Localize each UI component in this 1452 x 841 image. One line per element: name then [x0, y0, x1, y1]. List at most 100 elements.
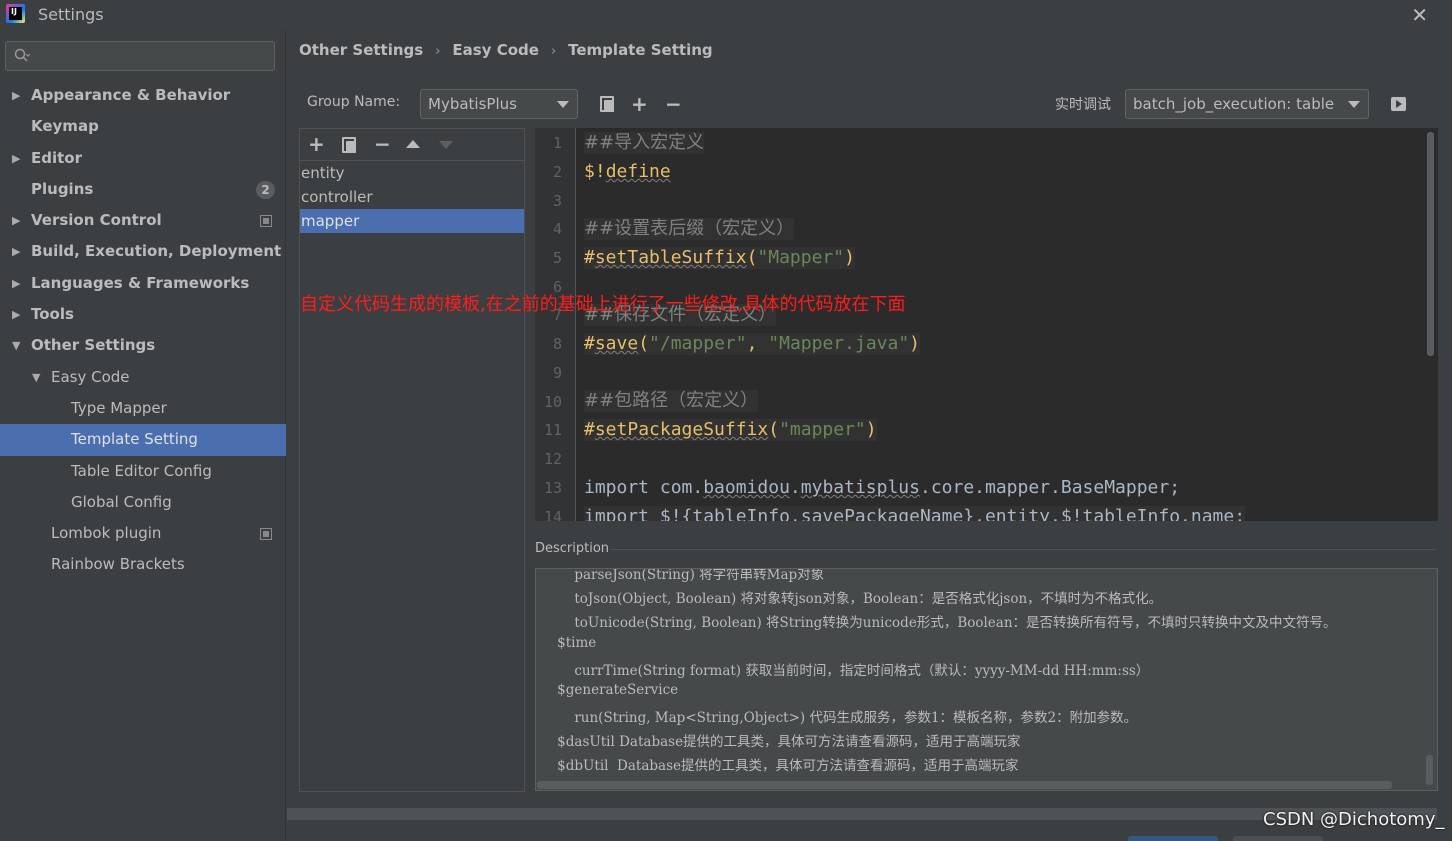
- ok-button[interactable]: [1128, 836, 1218, 841]
- description-line: $time: [540, 635, 597, 651]
- description-text-area[interactable]: parseJson(String) 将字符串转Map对象 toJson(Obje…: [535, 568, 1438, 791]
- tree-item-label: Lombok plugin: [51, 524, 162, 543]
- code-token: .: [789, 477, 801, 498]
- description-vertical-scrollbar[interactable]: [1426, 755, 1433, 785]
- tree-item-languages-frameworks[interactable]: ▶ Languages & Frameworks: [0, 268, 286, 299]
- live-debug-label: 实时调试: [1055, 97, 1111, 113]
- tree-item-easy-code[interactable]: ▼ Easy Code: [0, 362, 286, 393]
- chevron-right-icon: ›: [435, 44, 441, 59]
- group-name-select[interactable]: MybatisPlus: [420, 89, 578, 119]
- tree-item-label: Build, Execution, Deployment: [31, 242, 282, 261]
- tree-item-global-config[interactable]: Global Config: [0, 487, 286, 518]
- tree-item-plugins[interactable]: Plugins 2: [0, 174, 286, 205]
- editor-vertical-scrollbar[interactable]: [1427, 132, 1434, 356]
- chevron-down-icon[interactable]: ▼: [12, 330, 20, 361]
- template-item-mapper[interactable]: mapper: [300, 209, 524, 233]
- template-code-editor[interactable]: 1 2 3 4 5 6 7 8 9 10 11 12 13 14 ##导入宏定义…: [535, 128, 1438, 521]
- debug-table-select[interactable]: batch_job_execution: table: [1125, 89, 1369, 119]
- tree-item-label: Languages & Frameworks: [31, 273, 250, 292]
- template-item-entity[interactable]: entity: [300, 161, 524, 185]
- code-token: "Mapper": [757, 247, 845, 268]
- code-token: (: [768, 419, 780, 440]
- tree-item-lombok-plugin[interactable]: Lombok plugin: [0, 518, 286, 549]
- tree-item-label: Tools: [31, 305, 74, 324]
- tree-item-build-execution-deployment[interactable]: ▶ Build, Execution, Deployment: [0, 236, 286, 267]
- code-token: "/mapper": [649, 333, 747, 354]
- chevron-down-icon: [1348, 101, 1360, 108]
- tree-item-label: Global Config: [71, 492, 172, 511]
- line-number: 1: [552, 134, 562, 152]
- code-token: "mapper": [779, 419, 866, 440]
- line-number: 8: [552, 335, 562, 353]
- description-horizontal-scrollbar[interactable]: [537, 781, 1392, 789]
- chevron-right-icon[interactable]: ▶: [12, 143, 20, 174]
- title-bar: IJ Settings ✕: [0, 0, 1452, 30]
- tree-item-label: Other Settings: [31, 336, 156, 355]
- tree-item-label: Easy Code: [51, 367, 130, 386]
- line-number: 14: [543, 508, 562, 521]
- tree-item-appearance-behavior[interactable]: ▶ Appearance & Behavior: [0, 80, 286, 111]
- search-input[interactable]: [5, 41, 275, 71]
- tree-item-tools[interactable]: ▶ Tools: [0, 299, 286, 330]
- tree-item-rainbow-brackets[interactable]: Rainbow Brackets: [0, 549, 286, 580]
- code-line-13: import com.baomidou.mybatisplus.core.map…: [584, 477, 1180, 499]
- code-token: $!: [584, 161, 606, 182]
- chevron-right-icon[interactable]: ▶: [12, 80, 20, 111]
- close-icon[interactable]: ✕: [1411, 3, 1428, 27]
- tree-item-type-mapper[interactable]: Type Mapper: [0, 393, 286, 424]
- code-token: mybatisplus: [800, 477, 920, 498]
- tree-item-label: Table Editor Config: [71, 461, 212, 480]
- code-token: setPackageSuffix: [594, 419, 769, 440]
- tree-item-other-settings[interactable]: ▼ Other Settings: [0, 330, 286, 361]
- settings-tree: ▶ Appearance & Behavior Keymap ▶ Editor …: [0, 80, 286, 581]
- plugins-update-badge: 2: [256, 180, 275, 199]
- tree-item-label: Type Mapper: [71, 398, 167, 417]
- code-token: .core.mapper.BaseMapper;: [919, 477, 1181, 498]
- line-number: 13: [543, 479, 562, 497]
- line-number: 10: [543, 393, 562, 411]
- code-token: import com.: [584, 477, 704, 498]
- add-group-icon[interactable]: +: [631, 94, 648, 114]
- project-settings-icon: [260, 215, 272, 228]
- settings-sidebar: ▶ Appearance & Behavior Keymap ▶ Editor …: [0, 30, 286, 841]
- move-up-icon[interactable]: [406, 140, 420, 148]
- code-token: ): [844, 247, 855, 268]
- code-token: #: [584, 333, 595, 354]
- code-token: (: [746, 247, 758, 268]
- chevron-right-icon[interactable]: ▶: [12, 236, 20, 267]
- breadcrumb-item: Template Setting: [568, 41, 713, 59]
- run-debug-icon[interactable]: [1391, 97, 1406, 111]
- description-line: toJson(Object, Boolean) 将对象转json对象，Boole…: [540, 591, 1163, 607]
- move-down-icon: [439, 141, 453, 149]
- chevron-right-icon[interactable]: ▶: [12, 205, 20, 236]
- remove-group-icon[interactable]: −: [665, 94, 682, 114]
- tree-item-keymap[interactable]: Keymap: [0, 111, 286, 142]
- code-token: setTableSuffix: [594, 247, 747, 268]
- code-token: "Mapper.java": [768, 333, 910, 354]
- chevron-right-icon[interactable]: ▶: [12, 268, 20, 299]
- breadcrumb-item[interactable]: Other Settings: [299, 41, 423, 59]
- code-token: #: [584, 247, 595, 268]
- remove-template-icon[interactable]: −: [374, 133, 391, 155]
- tree-item-table-editor-config[interactable]: Table Editor Config: [0, 456, 286, 487]
- line-number: 9: [552, 364, 562, 382]
- template-item-controller[interactable]: controller: [300, 185, 524, 209]
- breadcrumb-item[interactable]: Easy Code: [452, 41, 539, 59]
- cancel-button[interactable]: [1233, 836, 1323, 841]
- code-line-5: #setTableSuffix("Mapper"): [584, 247, 855, 269]
- chevron-down-icon[interactable]: ▼: [32, 362, 40, 393]
- copy-group-icon[interactable]: [600, 96, 614, 112]
- line-number: 5: [552, 249, 562, 267]
- tree-item-label: Keymap: [31, 117, 99, 136]
- group-name-value: MybatisPlus: [428, 95, 517, 113]
- tree-item-template-setting[interactable]: Template Setting: [0, 424, 286, 456]
- chevron-down-icon: [557, 101, 569, 108]
- code-token: (: [638, 333, 650, 354]
- tree-item-editor[interactable]: ▶ Editor: [0, 143, 286, 174]
- tree-item-version-control[interactable]: ▶ Version Control: [0, 205, 286, 236]
- code-line-1: ##导入宏定义: [584, 132, 705, 154]
- add-template-icon[interactable]: +: [308, 133, 325, 155]
- template-list-toolbar: + −: [300, 129, 524, 161]
- chevron-right-icon[interactable]: ▶: [12, 299, 20, 330]
- copy-template-icon[interactable]: [342, 137, 356, 153]
